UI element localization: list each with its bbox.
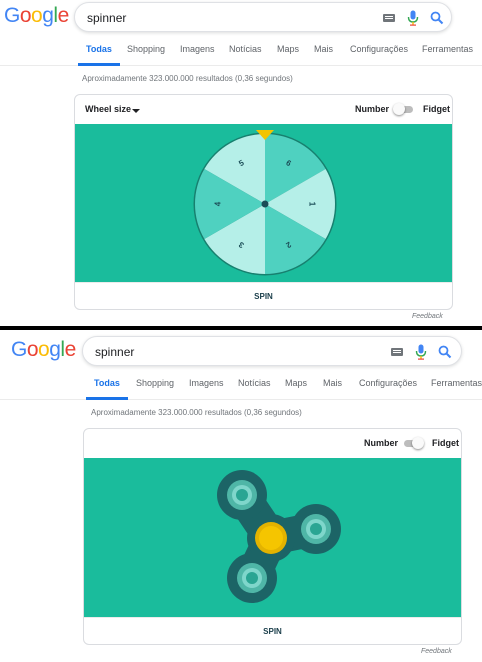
tab-mais[interactable]: Mais xyxy=(323,378,342,388)
mode-toggle[interactable] xyxy=(402,437,424,449)
tab-ferramentas[interactable]: Ferramentas xyxy=(431,378,482,388)
wheel-number-label: 1 xyxy=(308,202,317,207)
tab-todas[interactable]: Todas xyxy=(94,378,120,388)
mode-toggle[interactable] xyxy=(393,103,415,115)
google-logo[interactable]: Google xyxy=(4,4,69,28)
spinner-widget: Number Fidget SPIN xyxy=(83,428,462,645)
widget-header: Wheel size Number Fidget xyxy=(75,95,452,123)
tab-maps[interactable]: Maps xyxy=(277,44,299,54)
keyboard-icon[interactable] xyxy=(391,348,403,356)
tab-shopping[interactable]: Shopping xyxy=(127,44,165,54)
spin-button[interactable]: SPIN xyxy=(75,292,452,301)
tab-todas[interactable]: Todas xyxy=(86,44,112,54)
tab-configuracoes[interactable]: Configurações xyxy=(350,44,408,54)
fidget-bearing-bottom xyxy=(237,563,267,593)
spin-button[interactable]: SPIN xyxy=(84,627,461,636)
tab-imagens[interactable]: Imagens xyxy=(189,378,224,388)
wheel-size-dropdown[interactable]: Wheel size xyxy=(85,104,131,114)
fidget-bearing-top xyxy=(227,480,257,510)
search-icon[interactable] xyxy=(430,11,444,25)
active-tab-indicator xyxy=(78,63,120,66)
wheel-hub xyxy=(261,200,269,208)
feedback-link[interactable]: Feedback xyxy=(412,313,443,320)
search-tabs: Todas Shopping Imagens Notícias Maps Mai… xyxy=(0,40,482,66)
wheel-number-label: 4 xyxy=(213,201,222,206)
spin-row: SPIN xyxy=(84,617,461,644)
keyboard-icon[interactable] xyxy=(383,14,395,22)
number-mode-label: Number xyxy=(364,438,399,448)
search-input[interactable]: spinner xyxy=(95,345,134,359)
number-mode-panel: Google spinner Todas Shopping Imagens No… xyxy=(0,0,482,326)
tab-maps[interactable]: Maps xyxy=(285,378,307,388)
tab-noticias[interactable]: Notícias xyxy=(238,378,271,388)
spinner-stage: 561234 xyxy=(75,124,452,282)
microphone-icon[interactable] xyxy=(406,10,420,26)
search-box[interactable]: spinner xyxy=(82,336,462,366)
dropdown-caret-icon[interactable] xyxy=(132,109,140,113)
tab-ferramentas[interactable]: Ferramentas xyxy=(422,44,473,54)
search-box[interactable]: spinner xyxy=(74,2,452,32)
search-input[interactable]: spinner xyxy=(87,11,126,25)
number-mode-label: Number xyxy=(355,104,390,114)
search-tabs: Todas Shopping Imagens Notícias Maps Mai… xyxy=(0,374,482,400)
microphone-icon[interactable] xyxy=(414,344,428,360)
active-tab-indicator xyxy=(86,397,128,400)
spinner-stage xyxy=(84,458,461,617)
spinner-widget: Wheel size Number Fidget 561234 SPIN xyxy=(74,94,453,310)
fidget-mode-panel: Google spinner Todas Shopping Imagens No… xyxy=(0,330,482,662)
fidget-bearing-right xyxy=(301,514,331,544)
fidget-spinner[interactable] xyxy=(84,458,462,617)
widget-header: Number Fidget xyxy=(84,429,461,457)
tab-noticias[interactable]: Notícias xyxy=(229,44,262,54)
tab-shopping[interactable]: Shopping xyxy=(136,378,174,388)
fidget-mode-label: Fidget xyxy=(432,438,459,448)
result-stats: Aproximadamente 323.000.000 resultados (… xyxy=(82,74,293,83)
tab-imagens[interactable]: Imagens xyxy=(180,44,215,54)
search-icon[interactable] xyxy=(438,345,452,359)
number-wheel[interactable]: 5 61234 xyxy=(75,124,453,282)
spin-row: SPIN xyxy=(75,282,452,309)
feedback-link[interactable]: Feedback xyxy=(421,648,452,655)
google-logo[interactable]: Google xyxy=(11,338,76,362)
tab-mais[interactable]: Mais xyxy=(314,44,333,54)
fidget-center-cap xyxy=(255,522,287,554)
tab-configuracoes[interactable]: Configurações xyxy=(359,378,417,388)
result-stats: Aproximadamente 323.000.000 resultados (… xyxy=(91,408,302,417)
fidget-mode-label: Fidget xyxy=(423,104,450,114)
